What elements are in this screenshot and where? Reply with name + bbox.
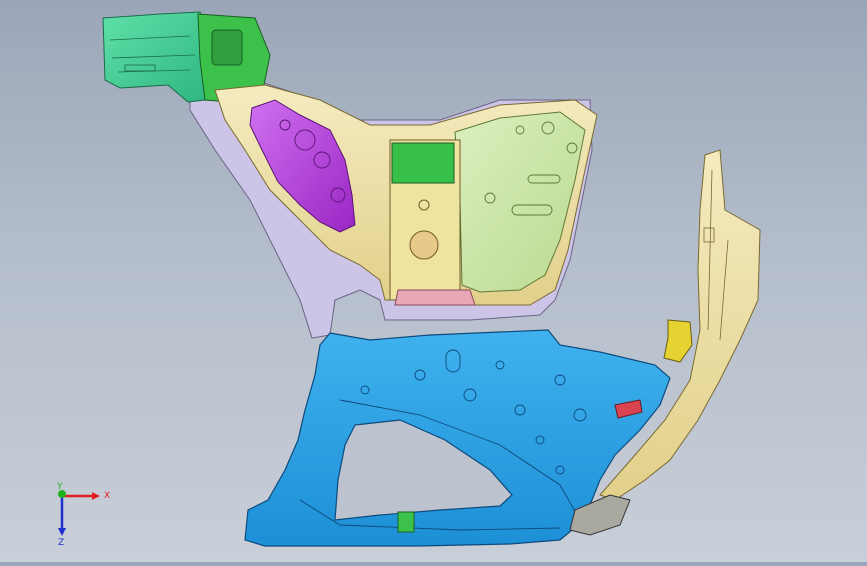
x-axis-label: X bbox=[104, 491, 110, 501]
z-axis-arrowhead bbox=[58, 528, 66, 536]
green-clip[interactable] bbox=[397, 511, 415, 533]
center-bracket-top[interactable] bbox=[391, 142, 455, 184]
bracket-pocket bbox=[211, 29, 243, 66]
cad-graphics-viewport[interactable]: X Y Z bbox=[0, 0, 867, 562]
coordinate-triad: X Y Z bbox=[56, 482, 110, 548]
cad-model-view[interactable]: X Y Z bbox=[0, 0, 867, 562]
center-bracket-hole bbox=[409, 230, 439, 260]
triad-quadrant bbox=[62, 494, 93, 518]
z-axis-label: Z bbox=[58, 538, 64, 548]
green-mint-rear-rail[interactable] bbox=[102, 11, 211, 103]
x-axis-arrowhead bbox=[92, 492, 100, 500]
yellow-hinge-bracket[interactable] bbox=[663, 319, 693, 363]
pink-lower-bracket[interactable] bbox=[394, 289, 476, 306]
y-axis-label: Y bbox=[56, 482, 63, 492]
